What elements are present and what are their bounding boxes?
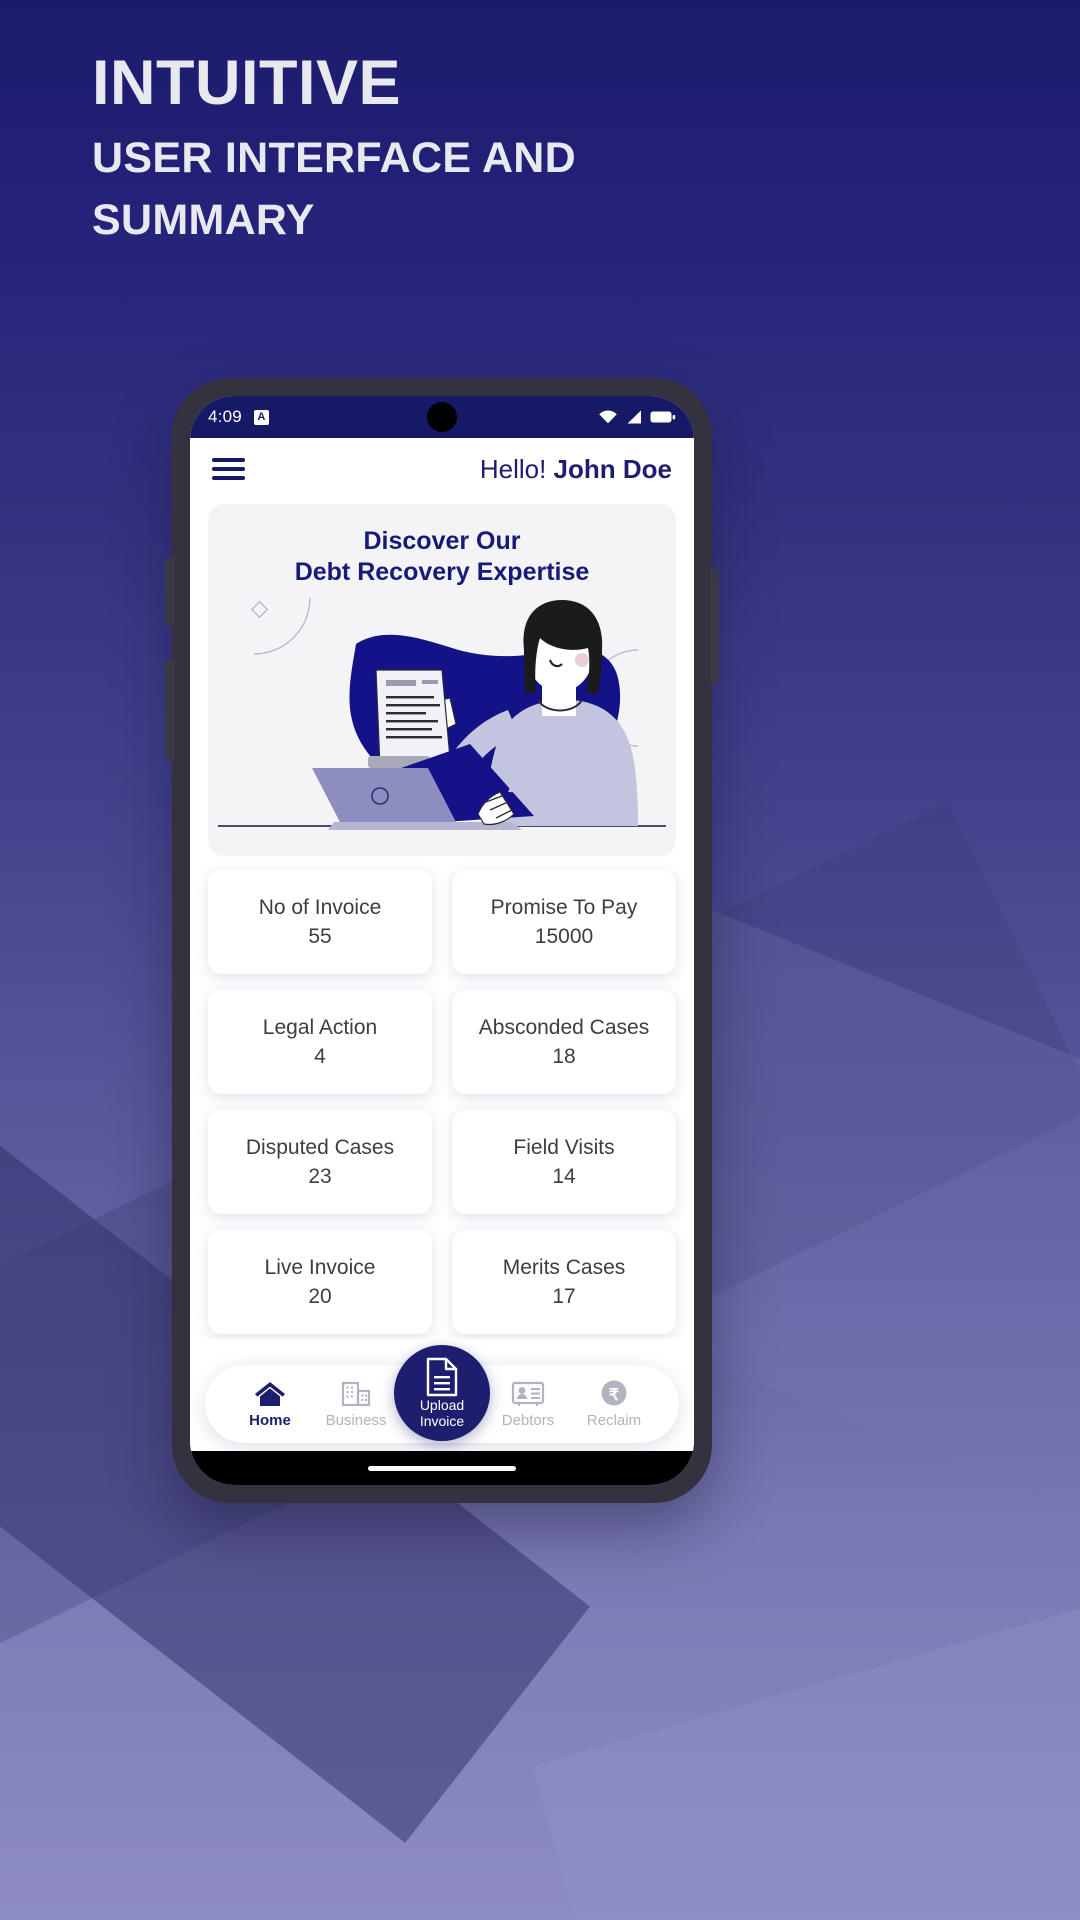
stat-value: 15000 — [534, 924, 594, 948]
fab-label-line2: Invoice — [419, 1412, 465, 1429]
stat-value: 14 — [552, 1164, 576, 1188]
stat-card[interactable]: Legal Action 4 — [208, 990, 432, 1094]
greeting-prefix: Hello! — [479, 453, 554, 484]
battery-icon — [650, 411, 676, 423]
stat-value: 23 — [308, 1164, 332, 1188]
stat-label: Legal Action — [262, 1015, 378, 1039]
rupee-circle-icon: ₹ — [601, 1380, 627, 1405]
headline-primary: INTUITIVE — [92, 48, 402, 118]
banner-title: Discover Our Debt Recovery Expertise — [208, 504, 676, 587]
upload-invoice-fab[interactable]: Upload Invoice — [394, 1345, 490, 1441]
phone-volume-down-button — [165, 660, 174, 760]
stat-label: Field Visits — [513, 1135, 615, 1159]
headline-secondary: USER INTERFACE AND SUMMARY — [92, 133, 577, 244]
stat-value: 18 — [552, 1044, 576, 1068]
home-indicator-bar — [190, 1451, 694, 1485]
greeting-text: Hello! John Doe — [480, 454, 672, 485]
stat-label: No of Invoice — [258, 895, 382, 919]
id-card-icon — [511, 1381, 545, 1406]
front-camera-punch-hole — [427, 402, 457, 432]
bottom-navigation: Home Business Debtors ₹ Reclaim Upload I… — [190, 1339, 694, 1451]
app-header: Hello! John Doe — [190, 438, 694, 500]
home-indicator[interactable] — [368, 1465, 516, 1471]
banner-title-line1: Discover Our — [363, 527, 521, 555]
app-notification-badge-icon: A — [253, 409, 269, 425]
stat-card[interactable]: No of Invoice 55 — [208, 870, 432, 974]
stat-label: Disputed Cases — [245, 1135, 395, 1159]
stat-value: 4 — [314, 1044, 326, 1068]
phone-power-button — [710, 568, 719, 684]
stats-grid: No of Invoice 55 Promise To Pay 15000 Le… — [208, 870, 676, 1334]
stat-value: 17 — [552, 1284, 576, 1308]
nav-item-home[interactable]: Home — [227, 1380, 313, 1429]
fab-label: Upload Invoice — [419, 1396, 465, 1429]
hamburger-bar — [212, 476, 245, 480]
stat-label: Merits Cases — [502, 1255, 626, 1279]
user-name: John Doe — [553, 453, 672, 484]
stat-value: 55 — [308, 924, 332, 948]
background-band-4 — [531, 1540, 1080, 1920]
stat-card[interactable]: Live Invoice 20 — [208, 1230, 432, 1334]
stat-card[interactable]: Field Visits 14 — [452, 1110, 676, 1214]
phone-screen: 4:09 A Hello! John Doe Discover Our Debt… — [190, 396, 694, 1485]
stat-card[interactable]: Disputed Cases 23 — [208, 1110, 432, 1214]
document-icon — [426, 1357, 458, 1397]
stat-card[interactable]: Absconded Cases 18 — [452, 990, 676, 1094]
nav-item-reclaim[interactable]: ₹ Reclaim — [571, 1380, 657, 1429]
stat-value: 20 — [308, 1284, 332, 1308]
fab-label-line1: Upload — [419, 1396, 465, 1413]
stat-label: Promise To Pay — [490, 895, 638, 919]
banner-title-line2: Debt Recovery Expertise — [294, 557, 590, 586]
stat-label: Live Invoice — [264, 1255, 376, 1279]
phone-mockup: 4:09 A Hello! John Doe Discover Our Debt… — [165, 378, 719, 1503]
building-icon — [341, 1381, 371, 1406]
status-bar: 4:09 A — [190, 396, 694, 438]
status-system-icons — [598, 409, 676, 425]
home-icon — [255, 1381, 285, 1406]
svg-text:₹: ₹ — [609, 1387, 619, 1404]
stat-label: Absconded Cases — [478, 1015, 650, 1039]
status-time: 4:09 — [208, 407, 242, 426]
promo-page: INTUITIVE USER INTERFACE AND SUMMARY 4:0… — [0, 0, 1080, 1920]
stat-card[interactable]: Promise To Pay 15000 — [452, 870, 676, 974]
hamburger-bar — [212, 458, 245, 462]
nav-label: Business — [325, 1411, 387, 1429]
marketing-headline: INTUITIVE USER INTERFACE AND SUMMARY — [92, 48, 812, 251]
nav-item-business[interactable]: Business — [313, 1380, 399, 1429]
hamburger-bar — [212, 467, 245, 471]
woman-with-laptop-and-invoice-illustration — [218, 597, 666, 830]
hamburger-menu-icon[interactable] — [212, 458, 245, 480]
nav-label: Reclaim — [586, 1411, 642, 1429]
phone-volume-up-button — [165, 558, 174, 626]
app-content: Discover Our Debt Recovery Expertise No … — [190, 500, 694, 1339]
nav-label: Debtors — [501, 1411, 555, 1429]
signal-icon — [627, 410, 641, 424]
wifi-icon — [599, 410, 617, 424]
nav-item-debtors[interactable]: Debtors — [485, 1380, 571, 1429]
stat-card[interactable]: Merits Cases 17 — [452, 1230, 676, 1334]
promo-banner-card[interactable]: Discover Our Debt Recovery Expertise — [208, 504, 676, 856]
nav-label: Home — [249, 1411, 291, 1429]
